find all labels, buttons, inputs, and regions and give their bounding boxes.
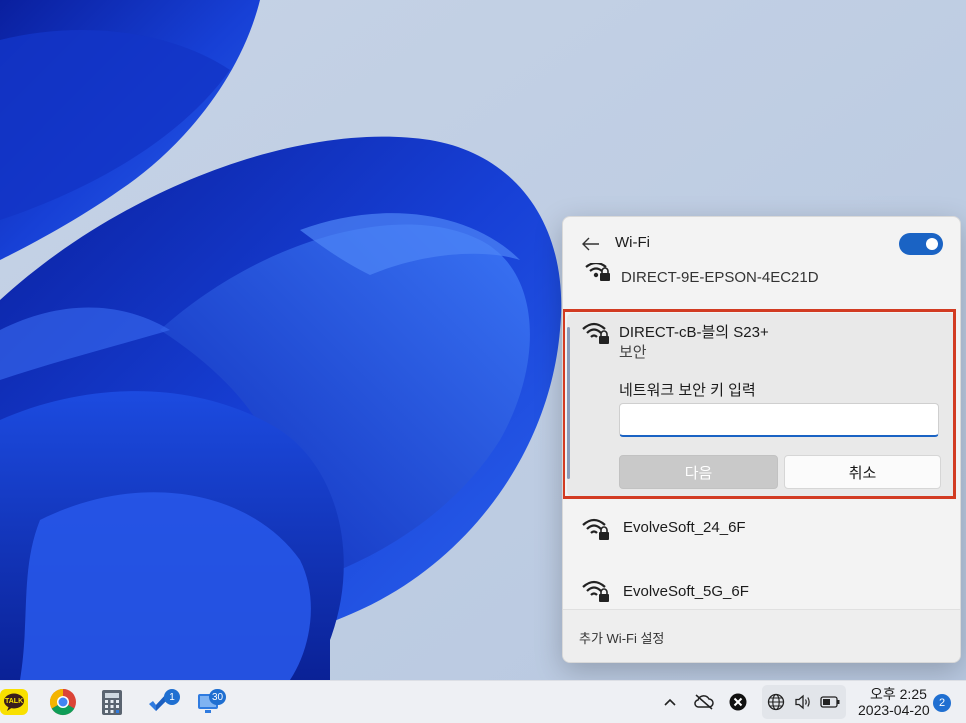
wifi-secured-icon	[582, 322, 609, 344]
selected-network-ssid: DIRECT-cB-블의 S23+	[619, 324, 769, 341]
back-button[interactable]	[579, 233, 603, 255]
chrome-icon	[49, 688, 76, 716]
show-hidden-icons-button[interactable]	[659, 691, 681, 713]
network-ssid: EvolveSoft_24_6F	[623, 519, 746, 536]
selected-network-security: 보안	[619, 344, 647, 361]
wifi-footer: 추가 Wi-Fi 설정	[563, 609, 960, 662]
clock-date[interactable]: 2023-04-20	[858, 702, 930, 718]
wifi-secured-icon	[585, 263, 610, 281]
cancel-button[interactable]: 취소	[784, 455, 941, 489]
taskbar: TALK 1 30 오후 2:25 2023-04-20 2	[0, 680, 966, 723]
taskbar-app-calculator[interactable]	[97, 687, 127, 717]
wifi-title: Wi-Fi	[615, 234, 650, 251]
network-row-partial[interactable]: DIRECT-9E-EPSON-4EC21D	[563, 257, 960, 285]
notification-count-badge[interactable]: 2	[933, 694, 951, 712]
todo-badge: 1	[164, 689, 180, 705]
selection-indicator	[567, 327, 570, 479]
taskbar-app-chrome[interactable]	[48, 687, 78, 717]
security-key-input[interactable]	[619, 403, 939, 437]
chevron-up-icon	[664, 698, 676, 706]
next-button[interactable]: 다음	[619, 455, 778, 489]
toggle-knob	[926, 238, 938, 250]
wifi-secured-icon	[582, 518, 609, 540]
close-circle-icon	[729, 693, 747, 711]
onedrive-status-button[interactable]	[693, 691, 715, 713]
taskbar-app-remote-desktop[interactable]: 30	[195, 687, 227, 717]
wifi-toggle[interactable]	[899, 233, 943, 255]
network-row[interactable]: EvolveSoft_24_6F	[567, 503, 956, 553]
cloud-offline-icon	[694, 694, 714, 710]
wifi-flyout: Wi-Fi DIRECT-9E-EPSON-4EC21D DIRECT-cB-블…	[562, 216, 961, 663]
network-ssid: DIRECT-9E-EPSON-4EC21D	[621, 269, 819, 285]
calculator-icon	[102, 690, 122, 715]
battery-icon	[820, 696, 840, 708]
app-tray-button[interactable]	[727, 691, 749, 713]
back-arrow-icon	[582, 237, 599, 251]
clock-time[interactable]: 오후 2:25	[870, 684, 927, 704]
security-key-label: 네트워크 보안 키 입력	[619, 382, 756, 399]
globe-network-icon	[767, 693, 785, 711]
quick-settings-button[interactable]	[762, 685, 846, 719]
wifi-secured-icon	[582, 580, 609, 602]
partial-row-clip: DIRECT-9E-EPSON-4EC21D	[563, 263, 960, 285]
taskbar-app-todo[interactable]: 1	[146, 687, 180, 717]
taskbar-app-kakaotalk[interactable]: TALK	[0, 687, 30, 717]
network-ssid: EvolveSoft_5G_6F	[623, 583, 749, 600]
remote-desktop-badge: 30	[209, 689, 227, 705]
more-wifi-settings-link[interactable]: 추가 Wi-Fi 설정	[579, 628, 664, 647]
kakaotalk-icon-text: TALK	[5, 698, 24, 705]
volume-icon	[795, 694, 810, 710]
